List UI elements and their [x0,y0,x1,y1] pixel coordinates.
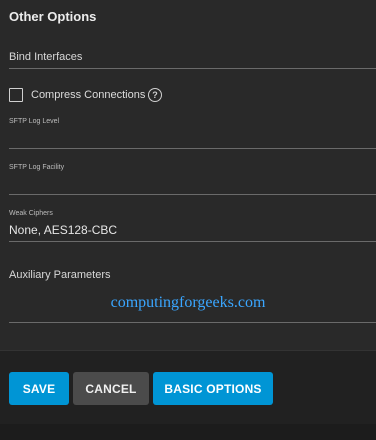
save-button[interactable]: SAVE [9,372,69,405]
weak-ciphers-select[interactable] [9,241,376,242]
compress-connections-checkbox[interactable] [9,88,23,102]
compress-connections-label: Compress Connections [31,89,146,101]
weak-ciphers-value[interactable]: None, AES128-CBC [9,223,117,237]
auxiliary-parameters-label: Auxiliary Parameters [9,269,111,281]
auxiliary-parameters-textarea[interactable] [9,322,376,323]
help-circle-icon[interactable]: ? [148,88,162,102]
watermark: computingforgeeks.com [110,294,266,311]
sftp-log-level-select[interactable] [9,148,376,149]
footer-divider [0,350,376,351]
bottom-strip [0,424,376,440]
sftp-log-facility-label: SFTP Log Facility [9,164,65,171]
sftp-log-facility-select[interactable] [9,194,376,195]
bind-interfaces-field[interactable] [9,68,376,69]
basic-options-button[interactable]: BASIC OPTIONS [153,372,273,405]
bind-interfaces-label: Bind Interfaces [9,51,83,63]
sftp-log-level-label: SFTP Log Level [9,118,60,125]
weak-ciphers-label: Weak Ciphers [9,210,53,217]
cancel-button[interactable]: CANCEL [73,372,149,405]
other-options-panel: Other Options Bind Interfaces Compress C… [0,0,376,350]
section-title: Other Options [9,9,97,24]
